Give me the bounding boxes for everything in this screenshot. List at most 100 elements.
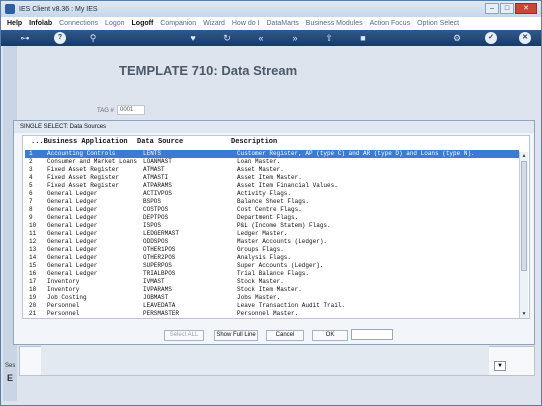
- list-cell-src: BSPOS: [143, 198, 162, 205]
- list-cell-src: LOANMAST: [143, 158, 172, 165]
- forward-icon[interactable]: »: [289, 32, 301, 44]
- menu-item-connections[interactable]: Connections: [59, 20, 98, 27]
- list-cell-app: Fixed Asset Register: [47, 174, 120, 181]
- menu-item-action-focus[interactable]: Action Focus: [370, 20, 410, 27]
- close-circle-icon[interactable]: ✕: [519, 32, 531, 44]
- list-cell-app: Personnel: [47, 302, 80, 309]
- list-item[interactable]: 20 Personnel LEAVEDATA Leave Transaction Au…: [25, 302, 519, 310]
- header-data-source: Data Source: [137, 138, 184, 146]
- list-cell-desc: Master Accounts (Ledger).: [237, 238, 328, 245]
- list-item[interactable]: 3 Fixed Asset Register ATMAST Asset Master.: [25, 166, 519, 174]
- list-cell-n: 8: [29, 206, 33, 213]
- select-all-button[interactable]: Select ALL: [164, 330, 204, 341]
- tag-field[interactable]: 0001: [117, 105, 145, 115]
- menu-item-option-select[interactable]: Option Select: [417, 20, 459, 27]
- list-cell-n: 20: [29, 302, 37, 309]
- list-cell-app: General Ledger: [47, 190, 98, 197]
- menu-item-datamarts[interactable]: DataMarts: [267, 20, 299, 27]
- list-cell-desc: Stock Master.: [237, 278, 284, 285]
- key-icon[interactable]: ⊶: [15, 32, 35, 44]
- bottom-dropdown[interactable]: ▼: [494, 361, 506, 371]
- scroll-thumb[interactable]: [521, 161, 527, 271]
- scroll-up-icon[interactable]: ▲: [520, 152, 528, 160]
- list-item[interactable]: 9 General Ledger DEPTPOS Department Flags.: [25, 214, 519, 222]
- data-sources-dialog: SINGLE SELECT: Data Sources ...Business …: [13, 120, 535, 345]
- side-label: Ses: [5, 363, 16, 369]
- menu-item-business-modules[interactable]: Business Modules: [306, 20, 363, 27]
- menu-item-companion[interactable]: Companion: [160, 20, 196, 27]
- list-cell-app: Fixed Asset Register: [47, 182, 120, 189]
- list-cell-n: 16: [29, 270, 37, 277]
- cancel-button[interactable]: Cancel: [266, 330, 304, 341]
- maximize-button[interactable]: □: [500, 3, 514, 14]
- menu-item-wizard[interactable]: Wizard: [203, 20, 225, 27]
- close-button[interactable]: ✕: [515, 3, 537, 14]
- menu-item-how-do-i[interactable]: How do I: [232, 20, 260, 27]
- list-scrollbar[interactable]: ▲ ▼: [519, 152, 528, 318]
- list-item[interactable]: 1 Accounting Controls LENTS Customer Regist…: [25, 150, 519, 158]
- data-source-list[interactable]: ...Business Application Data Source Desc…: [22, 135, 530, 319]
- list-item[interactable]: 14 General Ledger OTHER2POS Analysis Flags.: [25, 254, 519, 262]
- list-cell-n: 13: [29, 246, 37, 253]
- list-cell-desc: Asset Item Financial Values.: [237, 182, 338, 189]
- heart-icon[interactable]: ♥: [187, 32, 199, 44]
- menu-item-logoff[interactable]: Logoff: [132, 20, 154, 27]
- list-cell-desc: Groups Flags.: [237, 246, 284, 253]
- header-description: Description: [231, 138, 278, 146]
- list-cell-app: Inventory: [47, 286, 80, 293]
- list-cell-n: 18: [29, 286, 37, 293]
- list-cell-desc: Asset Master.: [237, 166, 284, 173]
- menu-item-help[interactable]: Help: [7, 20, 22, 27]
- list-cell-desc: Jobs Master.: [237, 294, 281, 301]
- bottom-strip: [41, 345, 489, 375]
- list-cell-src: LENTS: [143, 150, 162, 157]
- list-item[interactable]: 6 General Ledger ACTIVPOS Activity Flags.: [25, 190, 519, 198]
- list-cell-desc: Personnel Master.: [237, 310, 299, 317]
- show-full-line-button[interactable]: Show Full Line: [214, 330, 258, 341]
- list-cell-n: 2: [29, 158, 33, 165]
- list-cell-src: LEAVEDATA: [143, 302, 176, 309]
- list-cell-app: Inventory: [47, 278, 80, 285]
- tag-label: TAG #: [97, 108, 114, 114]
- list-cell-n: 17: [29, 278, 37, 285]
- list-cell-src: IVMAST: [143, 278, 165, 285]
- dialog-input-field[interactable]: [351, 329, 393, 340]
- menu-item-logon[interactable]: Logon: [105, 20, 124, 27]
- list-cell-src: ATMAST: [143, 166, 165, 173]
- toolbar: ⊶ ? ⚲ ♥ ↻ « » ⇧ ■ ⚙ ✓ ✕: [1, 30, 541, 46]
- settings-icon[interactable]: ⚙: [451, 32, 463, 44]
- list-item[interactable]: 21 Personnel PERSMASTER Personnel Master.: [25, 310, 519, 318]
- minimize-button[interactable]: –: [485, 3, 499, 14]
- list-item[interactable]: 15 General Ledger SUPERPOS Super Accounts (…: [25, 262, 519, 270]
- list-item[interactable]: 19 Job Costing JOBMAST Jobs Master.: [25, 294, 519, 302]
- ok-button[interactable]: OK: [312, 330, 348, 341]
- rewind-icon[interactable]: «: [255, 32, 267, 44]
- refresh-icon[interactable]: ↻: [221, 32, 233, 44]
- list-cell-n: 11: [29, 230, 37, 237]
- upload-icon[interactable]: ⇧: [323, 32, 335, 44]
- menu-item-infolab[interactable]: Infolab: [29, 20, 52, 27]
- list-cell-app: General Ledger: [47, 198, 98, 205]
- list-cell-src: ATPARAMS: [143, 182, 172, 189]
- list-item[interactable]: 13 General Ledger OTHER1POS Groups Flags.: [25, 246, 519, 254]
- list-item[interactable]: 17 Inventory IVMAST Stock Master.: [25, 278, 519, 286]
- list-cell-desc: P&L (Income Statem) Flags.: [237, 222, 331, 229]
- list-item[interactable]: 2 Consumer and Market Loans LOANMAST Loan M…: [25, 158, 519, 166]
- list-cell-src: ODDSPOS: [143, 238, 169, 245]
- list-cell-desc: Leave Transaction Audit Trail.: [237, 302, 346, 309]
- search-icon[interactable]: ⚲: [87, 32, 99, 44]
- list-item[interactable]: 18 Inventory IVPARAMS Stock Item Master.: [25, 286, 519, 294]
- list-item[interactable]: 16 General Ledger TRIALBPOS Trial Balance F…: [25, 270, 519, 278]
- list-item[interactable]: 10 General Ledger ISPOS P&L (Income Statem)…: [25, 222, 519, 230]
- list-item[interactable]: 7 General Ledger BSPOS Balance Sheet Flags.: [25, 198, 519, 206]
- list-item[interactable]: 5 Fixed Asset Register ATPARAMS Asset Item …: [25, 182, 519, 190]
- list-item[interactable]: 12 General Ledger ODDSPOS Master Accounts (…: [25, 238, 519, 246]
- scroll-down-icon[interactable]: ▼: [520, 310, 528, 318]
- confirm-icon[interactable]: ✓: [485, 32, 497, 44]
- stop-icon[interactable]: ■: [357, 32, 369, 44]
- help-icon[interactable]: ?: [54, 32, 66, 44]
- list-item[interactable]: 11 General Ledger LEDGERMAST Ledger Master.: [25, 230, 519, 238]
- list-item[interactable]: 8 General Ledger COSTPOS Cost Centre Flags.: [25, 206, 519, 214]
- list-cell-desc: Analysis Flags.: [237, 254, 292, 261]
- list-item[interactable]: 4 Fixed Asset Register ATMASTI Asset Item M…: [25, 174, 519, 182]
